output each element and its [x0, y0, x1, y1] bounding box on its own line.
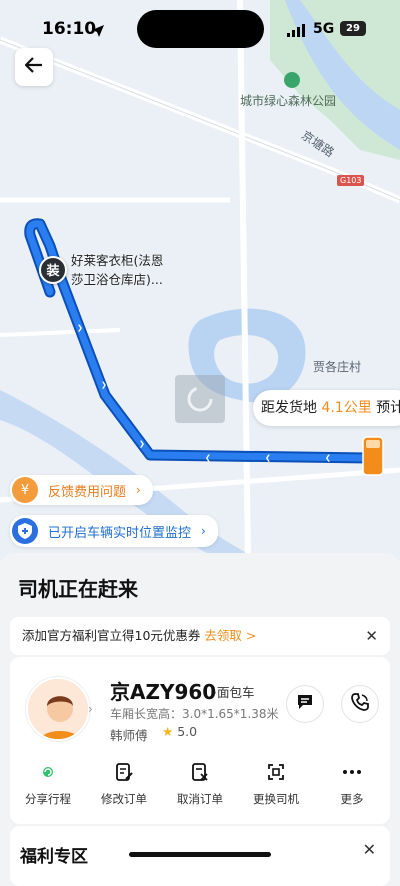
cancel-order-button[interactable]: 取消订单 — [162, 757, 238, 817]
svg-text:❯: ❯ — [77, 324, 83, 332]
svg-text:❮: ❮ — [265, 454, 271, 462]
svg-text:❯: ❯ — [139, 440, 145, 448]
sheet-title: 司机正在赶来 — [18, 577, 138, 601]
park-icon — [284, 72, 300, 88]
pickup-pin[interactable]: 装 — [39, 256, 67, 284]
yuan-icon: ¥ — [12, 477, 38, 503]
rating-value: 5.0 — [177, 724, 198, 739]
chat-bubble-icon — [296, 693, 314, 715]
svg-text:❮: ❮ — [205, 454, 211, 462]
share-icon — [41, 757, 55, 787]
clock: 16:10 — [42, 19, 97, 39]
arrow-left-icon — [24, 57, 43, 77]
change-driver-button[interactable]: 更换司机 — [238, 757, 314, 817]
edit-order-icon — [115, 757, 133, 787]
map-view[interactable]: ❯ ❯ ❯ ❮ ❮ ❮ 城市绿心森林公园 京塘路 G103 贾各庄村 装 好莱客衣柜(法… — [0, 0, 400, 560]
coupon-banner[interactable]: 添加官方福利官立得10元优惠券 去领取 > ✕ — [10, 617, 390, 655]
shield-plus-icon — [12, 518, 38, 544]
star-icon: ★ — [162, 724, 174, 739]
fee-feedback-label: 反馈费用问题 — [48, 484, 127, 500]
home-indicator[interactable] — [129, 852, 271, 857]
loading-spinner-icon — [175, 375, 225, 423]
park-label: 城市绿心森林公园 — [240, 94, 337, 108]
truck-icon — [361, 435, 385, 481]
village-label: 贾各庄村 — [313, 360, 362, 374]
more-button[interactable]: 更多 — [314, 757, 390, 817]
more-icon — [342, 757, 362, 787]
action-label: 更多 — [340, 792, 364, 806]
action-label: 更换司机 — [253, 792, 299, 806]
distance-suffix: 预计 — [376, 400, 400, 416]
change-driver-icon — [267, 757, 285, 787]
share-trip-button[interactable]: 分享行程 — [10, 757, 86, 817]
highway-badge: G103 — [337, 175, 365, 186]
close-icon[interactable]: ✕ — [365, 617, 378, 655]
chevron-right-icon: › — [88, 702, 93, 716]
coupon-claim-link[interactable]: 去领取 > — [204, 628, 256, 643]
distance-prefix: 距发货地 — [261, 400, 317, 416]
action-bar: 分享行程 修改订单 取消订单 更换司机 更多 — [10, 757, 390, 817]
action-label: 分享行程 — [25, 792, 71, 806]
message-button[interactable] — [286, 685, 324, 723]
back-button[interactable] — [15, 48, 53, 86]
edit-order-button[interactable]: 修改订单 — [86, 757, 162, 817]
chevron-right-icon: › — [201, 524, 206, 538]
close-icon[interactable]: ✕ — [363, 840, 376, 859]
driver-rating: ★ 5.0 — [162, 724, 197, 739]
chevron-right-icon: › — [136, 483, 141, 497]
battery-icon: 29 — [340, 21, 366, 36]
svg-text:❮: ❮ — [325, 454, 331, 462]
action-label: 取消订单 — [177, 792, 223, 806]
fee-feedback-chip[interactable]: ¥ 反馈费用问题 › — [10, 475, 153, 505]
phone-icon — [351, 693, 369, 715]
order-sheet: 司机正在赶来 添加官方福利官立得10元优惠券 去领取 > ✕ › 京AZY960… — [0, 553, 400, 886]
action-label: 修改订单 — [101, 792, 147, 806]
distance-bubble: 距发货地 4.1公里 预计 — [253, 390, 400, 426]
monitor-chip[interactable]: 已开启车辆实时位置监控 › — [10, 515, 218, 547]
dynamic-island — [137, 10, 264, 48]
license-plate: 京AZY960 — [110, 680, 217, 704]
cargo-dimensions: 车厢长宽高：3.0*1.65*1.38米 — [110, 707, 279, 721]
svg-text:❯: ❯ — [101, 381, 107, 389]
status-bar: 16:10 5G 29 — [0, 0, 400, 58]
driver-card: › 京AZY960 ·面包车 车厢长宽高：3.0*1.65*1.38米 韩师傅 … — [10, 657, 390, 824]
signal-icon — [287, 22, 307, 41]
welfare-title: 福利专区 — [20, 847, 88, 867]
monitor-label: 已开启车辆实时位置监控 — [48, 525, 192, 541]
location-arrow-icon — [92, 22, 104, 41]
vehicle-type: ·面包车 — [213, 685, 255, 700]
distance-value: 4.1公里 — [321, 400, 372, 416]
pickup-name: 好莱客衣柜(法恩莎卫浴仓库店)... — [71, 253, 164, 287]
driver-name: 韩师傅 — [110, 728, 148, 743]
driver-avatar[interactable] — [26, 677, 90, 741]
cancel-order-icon — [191, 757, 209, 787]
coupon-text: 添加官方福利官立得10元优惠券 — [22, 628, 201, 643]
network-type: 5G — [313, 21, 335, 37]
call-button[interactable] — [341, 685, 379, 723]
